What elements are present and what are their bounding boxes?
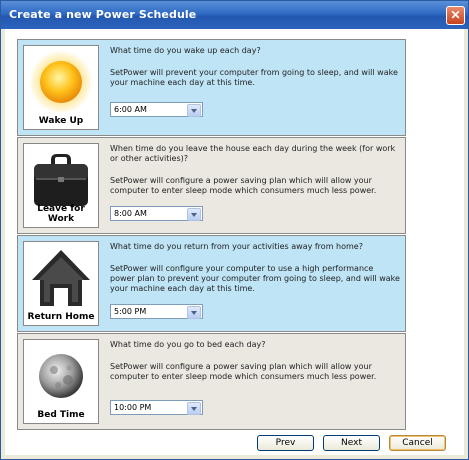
chevron-down-icon[interactable]: [187, 208, 201, 221]
moon-icon: [39, 354, 83, 398]
wake-up-description: SetPower will prevent your computer from…: [110, 68, 398, 87]
bed-time-image: Bed Time: [23, 339, 99, 424]
title-bar[interactable]: Create a new Power Schedule ✕: [1, 1, 468, 29]
bed-time-question: What time do you go to bed each day?: [110, 340, 266, 349]
wake-up-time-value: 6:00 AM: [114, 105, 147, 114]
bed-time-caption: Bed Time: [37, 410, 85, 420]
leave-for-work-caption: Leave for Work: [37, 204, 85, 224]
bed-time-time-value: 10:00 PM: [114, 403, 152, 412]
return-home-section: Return Home What time do you return from…: [17, 235, 406, 332]
sun-icon: [29, 50, 93, 114]
wake-up-caption: Wake Up: [38, 116, 84, 126]
return-home-time-select[interactable]: 5:00 PM: [110, 304, 203, 319]
prev-button[interactable]: Prev: [257, 435, 314, 451]
close-icon[interactable]: ✕: [446, 6, 465, 25]
dialog-window: Create a new Power Schedule ✕ Wake Up Wh…: [0, 0, 469, 460]
wake-up-question: What time do you wake up each day?: [110, 46, 261, 55]
house-icon: [32, 250, 90, 306]
bed-time-section: Bed Time What time do you go to bed each…: [17, 333, 406, 430]
wake-up-section: Wake Up What time do you wake up each da…: [17, 39, 406, 136]
leave-for-work-time-value: 8:00 AM: [114, 209, 147, 218]
bed-time-time-select[interactable]: 10:00 PM: [110, 400, 203, 415]
return-home-image: Return Home: [23, 241, 99, 326]
bed-time-description: SetPower will configure a power saving p…: [110, 362, 377, 381]
return-home-caption: Return Home: [27, 312, 95, 322]
window-title: Create a new Power Schedule: [9, 8, 197, 21]
leave-for-work-question: When time do you leave the house each da…: [110, 144, 396, 163]
wake-up-time-select[interactable]: 6:00 AM: [110, 102, 203, 117]
next-button[interactable]: Next: [323, 435, 380, 451]
chevron-down-icon[interactable]: [187, 306, 201, 319]
chevron-down-icon[interactable]: [187, 402, 201, 415]
leave-for-work-time-select[interactable]: 8:00 AM: [110, 206, 203, 221]
chevron-down-icon[interactable]: [187, 104, 201, 117]
leave-for-work-section: Leave for Work When time do you leave th…: [17, 137, 406, 234]
return-home-time-value: 5:00 PM: [114, 307, 147, 316]
dialog-body: Wake Up What time do you wake up each da…: [5, 29, 464, 455]
leave-for-work-image: Leave for Work: [23, 143, 99, 228]
return-home-question: What time do you return from your activi…: [110, 242, 363, 251]
leave-for-work-description: SetPower will configure a power saving p…: [110, 176, 377, 195]
return-home-description: SetPower will configure your computer to…: [110, 264, 400, 293]
wake-up-image: Wake Up: [23, 45, 99, 130]
cancel-button[interactable]: Cancel: [389, 435, 446, 451]
